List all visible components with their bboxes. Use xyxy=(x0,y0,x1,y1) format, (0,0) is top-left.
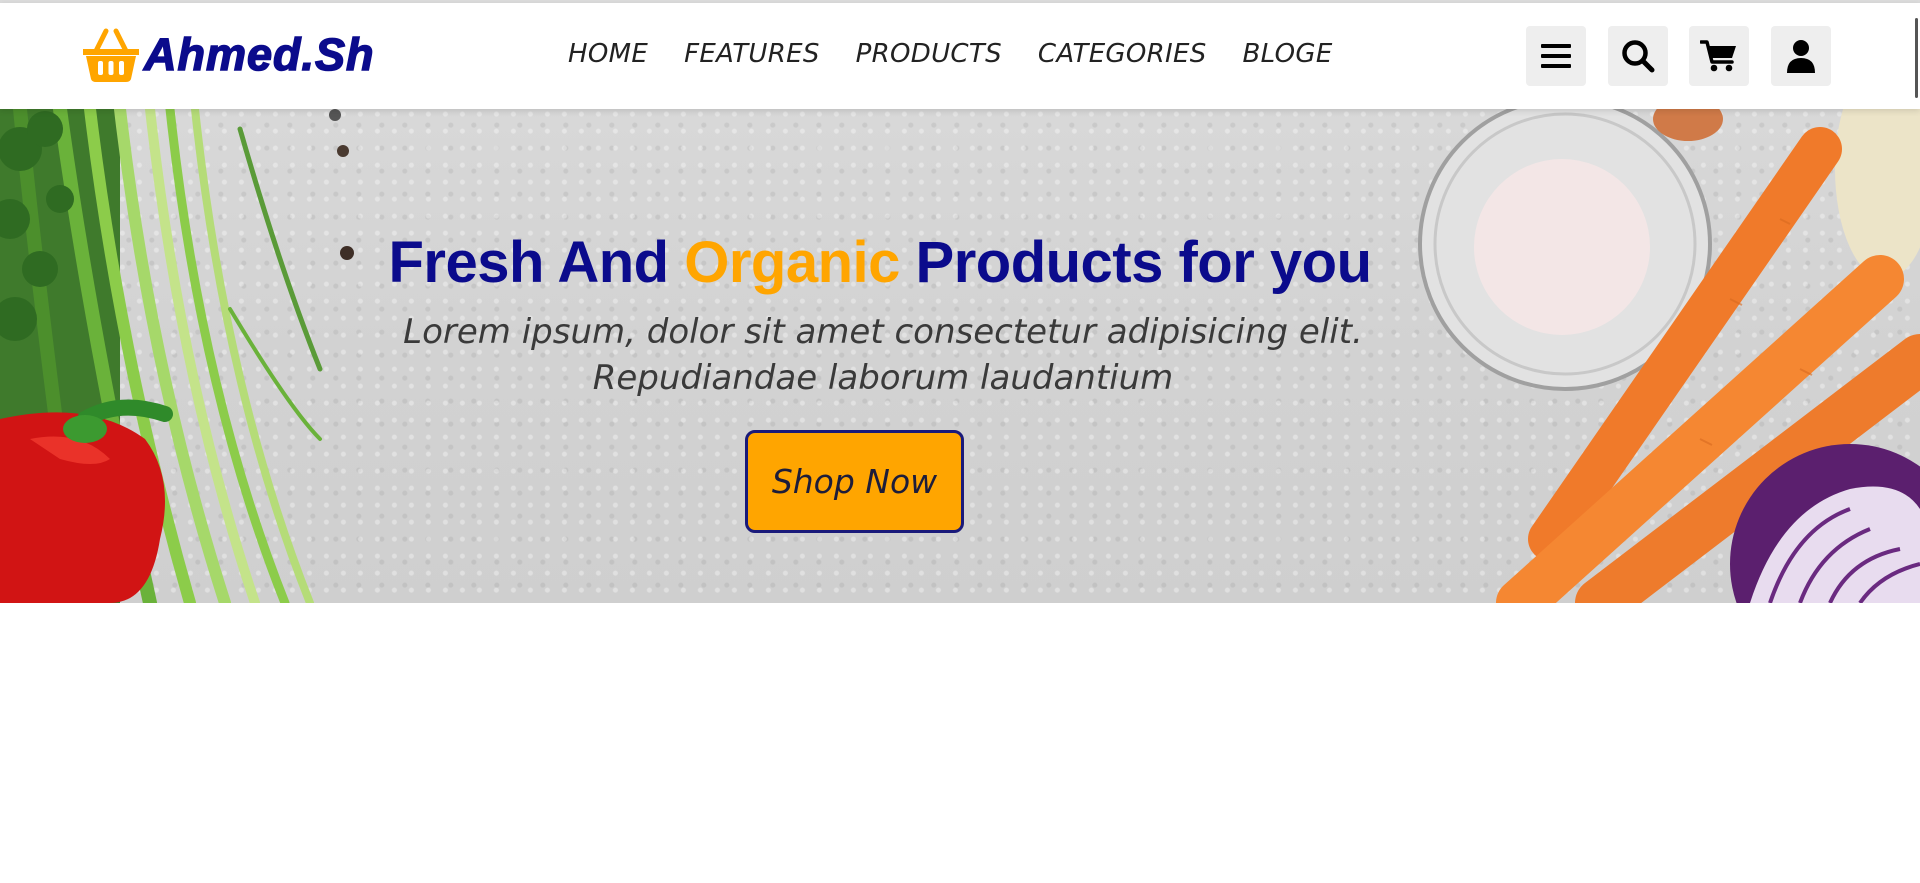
search-button[interactable] xyxy=(1608,26,1668,86)
nav-features[interactable]: FEATURES xyxy=(684,39,820,69)
nav-home[interactable]: HOME xyxy=(568,39,648,69)
menu-bars-icon xyxy=(1541,44,1571,68)
hero-subtitle: Lorem ipsum, dolor sit amet consectetur … xyxy=(0,309,1766,401)
user-icon xyxy=(1787,40,1815,73)
main-nav: HOME FEATURES PRODUCTS CATEGORIES BLOGE xyxy=(568,39,1369,69)
hero-subtitle-line2: Repudiandae laborum laudantium xyxy=(592,358,1174,398)
hero-title-part1: Fresh And xyxy=(388,230,685,295)
hero-title: Fresh And Organic Products for you xyxy=(0,229,1760,296)
brand-name: Ahmed.Sh xyxy=(143,28,375,81)
nav-bloge[interactable]: BLOGE xyxy=(1243,39,1333,69)
nav-categories[interactable]: CATEGORIES xyxy=(1038,39,1207,69)
hero-title-part2: Products for you xyxy=(899,230,1373,295)
scrollbar-thumb[interactable] xyxy=(1915,18,1918,98)
brand-logo[interactable]: Ahmed.Sh xyxy=(80,25,375,85)
shop-now-button[interactable]: Shop Now xyxy=(745,430,964,533)
hero-title-accent: Organic xyxy=(684,230,900,295)
cart-button[interactable] xyxy=(1689,26,1749,86)
menu-button[interactable] xyxy=(1526,26,1586,86)
shopping-basket-icon xyxy=(83,28,139,82)
site-header: Ahmed.Sh HOME FEATURES PRODUCTS CATEGORI… xyxy=(0,3,1920,109)
user-button[interactable] xyxy=(1771,26,1831,86)
hero-subtitle-line1: Lorem ipsum, dolor sit amet consectetur … xyxy=(403,312,1363,352)
search-icon xyxy=(1622,40,1655,73)
nav-products[interactable]: PRODUCTS xyxy=(856,39,1002,69)
shopping-cart-icon xyxy=(1700,40,1736,72)
hero-banner: Fresh And Organic Products for you Lorem… xyxy=(0,109,1920,603)
